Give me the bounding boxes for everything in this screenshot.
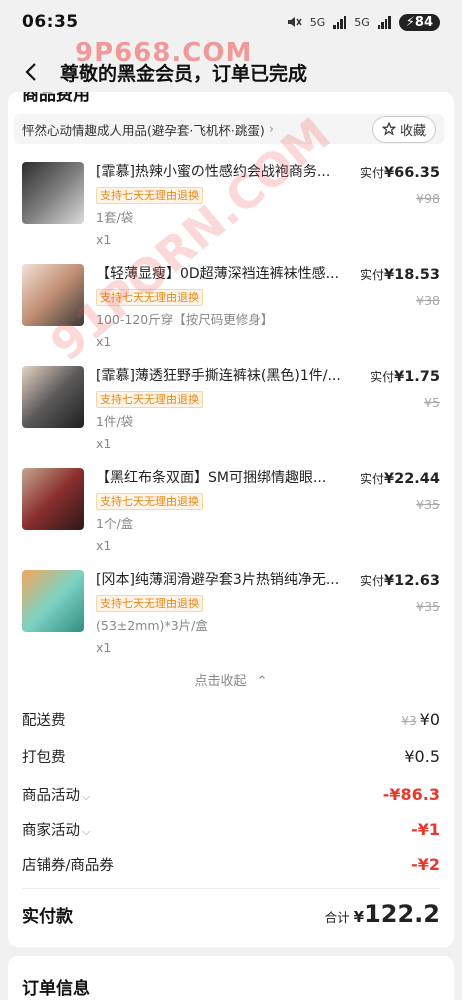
- price-box: 实付¥66.35 ¥98: [360, 164, 440, 206]
- coupon-value: -¥2: [411, 855, 440, 874]
- original-price: ¥38: [416, 293, 440, 308]
- item-title[interactable]: [冈本]纯薄润滑避孕套3片热销纯净无...: [96, 570, 350, 590]
- actual-price: 实付¥22.44: [360, 471, 440, 487]
- actual-price: 实付¥12.63: [360, 573, 440, 589]
- order-info-card: 订单信息: [8, 956, 454, 1000]
- delivery-fee-row: 配送费 ¥3 ¥0: [22, 709, 440, 730]
- actual-price: 实付¥18.53: [360, 267, 440, 283]
- battery-icon: ⚡84: [398, 13, 440, 31]
- star-icon: [381, 122, 396, 136]
- original-price: ¥98: [416, 191, 440, 206]
- item-spec: 1个/盒: [96, 516, 134, 531]
- status-bar: 06:35 5G 5G ⚡84: [0, 0, 462, 44]
- packing-fee-row: 打包费 ¥0.5: [22, 746, 440, 767]
- total-row: 实付款 合计 ¥122.2: [22, 900, 440, 928]
- product-thumbnail[interactable]: [22, 468, 84, 530]
- price-box: 实付¥12.63 ¥35: [360, 572, 440, 614]
- item-qty: x1: [96, 436, 112, 451]
- order-card: 商品费用 怦然心动情趣成人用品(避孕套·飞机杯·跳蛋) › 收藏 [霏慕]热辣小…: [8, 92, 454, 947]
- list-item[interactable]: 【黑红布条双面】SM可捆绑情趣眼... 支持七天无理由退换 1个/盒 x1 实付…: [8, 468, 454, 570]
- signal-icon: [333, 15, 347, 29]
- sum-label: 合计: [324, 910, 350, 925]
- list-item[interactable]: [霏慕]薄透狂野手撕连裤袜(黑色)1件/... 支持七天无理由退换 1件/袋 x…: [8, 366, 454, 468]
- item-spec: 1件/袋: [96, 414, 134, 429]
- page-title: 尊敬的黑金会员，订单已完成: [60, 62, 308, 85]
- product-thumbnail[interactable]: [22, 570, 84, 632]
- item-title[interactable]: 【轻薄显瘦】0D超薄深裆连裤袜性感...: [96, 264, 350, 284]
- signal-icon-2: [377, 15, 391, 29]
- original-price: ¥5: [424, 395, 440, 410]
- promo-value: -¥86.3: [382, 785, 440, 804]
- chevron-up-icon: ⌃: [256, 674, 268, 689]
- network-label-1: 5G: [309, 15, 326, 29]
- item-spec: (53±2mm)*3片/盒: [96, 618, 208, 633]
- divider: [22, 888, 440, 889]
- item-qty: x1: [96, 640, 112, 655]
- status-icons: 5G 5G ⚡84: [286, 13, 440, 31]
- original-price: ¥35: [416, 497, 440, 512]
- currency-symbol: ¥: [353, 908, 365, 926]
- section-title: 商品费用: [22, 92, 90, 105]
- network-label-2: 5G: [354, 15, 370, 29]
- list-item[interactable]: 【轻薄显瘦】0D超薄深裆连裤袜性感... 支持七天无理由退换 100-120斤穿…: [8, 264, 454, 366]
- delivery-fee-value: ¥3 ¥0: [401, 710, 440, 729]
- item-qty: x1: [96, 232, 112, 247]
- return-tag: 支持七天无理由退换: [96, 595, 203, 612]
- coupon-row: 店铺券/商品券 -¥2: [22, 854, 440, 875]
- delivery-fee-label: 配送费: [22, 713, 66, 729]
- price-box: 实付¥22.44 ¥35: [360, 470, 440, 512]
- mute-icon: [287, 17, 302, 27]
- item-title[interactable]: 【黑红布条双面】SM可捆绑情趣眼...: [96, 468, 350, 488]
- chevron-down-icon: ⌵: [82, 825, 91, 838]
- list-item[interactable]: [冈本]纯薄润滑避孕套3片热销纯净无... 支持七天无理由退换 (53±2mm)…: [8, 570, 454, 672]
- price-box: 实付¥1.75 ¥5: [370, 368, 440, 410]
- status-time: 06:35: [22, 12, 79, 32]
- return-tag: 支持七天无理由退换: [96, 493, 203, 510]
- delivery-fee-old: ¥3: [401, 714, 417, 728]
- product-thumbnail[interactable]: [22, 162, 84, 224]
- actual-price: 实付¥66.35: [360, 165, 440, 181]
- item-qty: x1: [96, 334, 112, 349]
- back-icon[interactable]: [12, 52, 52, 92]
- item-spec: 1套/袋: [96, 210, 134, 225]
- coupon-label: 店铺券/商品券: [22, 858, 114, 874]
- item-title[interactable]: [霏慕]热辣小蜜の性感约会战袍商务...: [96, 162, 350, 182]
- return-tag: 支持七天无理由退换: [96, 391, 203, 408]
- promo-row[interactable]: 商品活动 ⌵ -¥86.3: [22, 784, 440, 805]
- favorite-label: 收藏: [399, 123, 426, 139]
- merchant-promo-value: -¥1: [411, 820, 440, 839]
- favorite-button[interactable]: 收藏: [371, 115, 436, 143]
- item-spec: 100-120斤穿【按尺码更修身】: [96, 312, 274, 327]
- actual-price: 实付¥1.75: [370, 369, 440, 385]
- price-box: 实付¥18.53 ¥38: [360, 266, 440, 308]
- list-item[interactable]: [霏慕]热辣小蜜の性感约会战袍商务... 支持七天无理由退换 1套/袋 x1 实…: [8, 162, 454, 264]
- shop-name-text: 怦然心动情趣成人用品(避孕套·飞机杯·跳蛋): [22, 122, 265, 138]
- collapse-label: 点击收起: [194, 674, 247, 689]
- total-amount: 合计 ¥122.2: [325, 900, 440, 928]
- order-info-title: 订单信息: [22, 979, 90, 999]
- item-title[interactable]: [霏慕]薄透狂野手撕连裤袜(黑色)1件/...: [96, 366, 350, 386]
- return-tag: 支持七天无理由退换: [96, 289, 203, 306]
- merchant-promo-label[interactable]: 商家活动 ⌵: [22, 819, 90, 840]
- collapse-button[interactable]: 点击收起 ⌃: [8, 670, 454, 689]
- chevron-right-icon: ›: [268, 121, 274, 137]
- original-price: ¥35: [416, 599, 440, 614]
- total-label: 实付款: [22, 906, 73, 927]
- return-tag: 支持七天无理由退换: [96, 187, 203, 204]
- product-thumbnail[interactable]: [22, 264, 84, 326]
- packing-fee-value: ¥0.5: [404, 747, 440, 766]
- total-number: 122.2: [364, 900, 440, 928]
- merchant-promo-row[interactable]: 商家活动 ⌵ -¥1: [22, 819, 440, 840]
- promo-label[interactable]: 商品活动 ⌵: [22, 784, 90, 805]
- item-qty: x1: [96, 538, 112, 553]
- shop-row[interactable]: 怦然心动情趣成人用品(避孕套·飞机杯·跳蛋) › 收藏: [14, 114, 444, 144]
- chevron-down-icon: ⌵: [82, 790, 91, 803]
- packing-fee-label: 打包费: [22, 750, 66, 766]
- shop-name[interactable]: 怦然心动情趣成人用品(避孕套·飞机杯·跳蛋) ›: [22, 120, 274, 139]
- product-thumbnail[interactable]: [22, 366, 84, 428]
